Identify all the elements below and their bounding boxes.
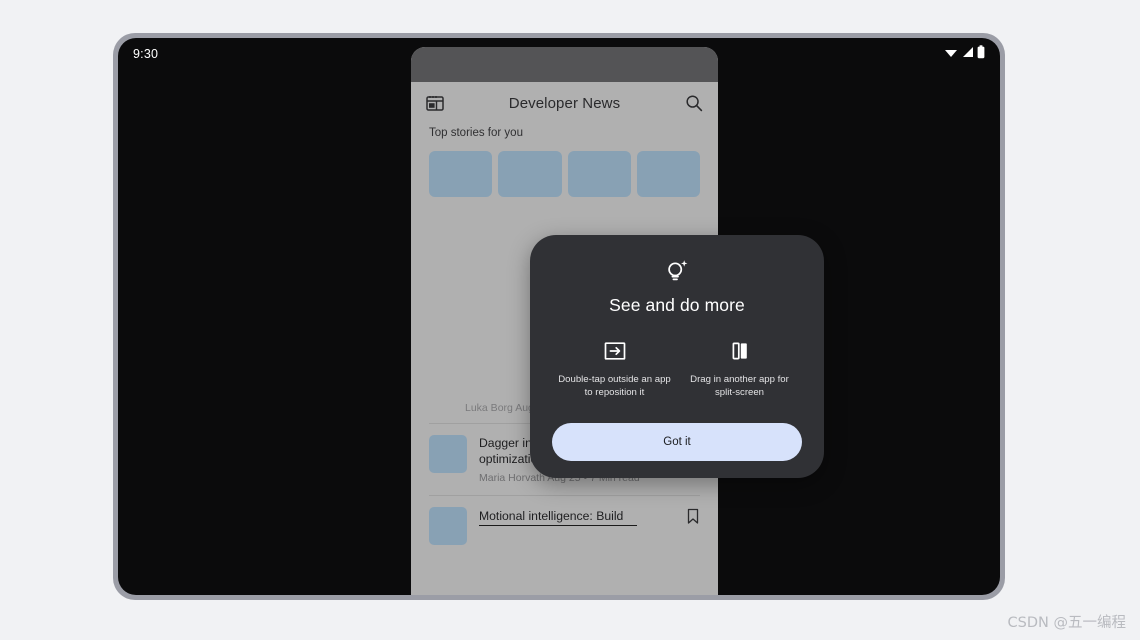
story-thumbnail-2[interactable] [498,151,562,197]
bookmark-icon[interactable] [686,508,700,525]
feature-split-screen: Drag in another app for split-screen [677,340,802,399]
article-thumbnail [429,435,467,473]
status-bar-icons [944,44,985,64]
got-it-button[interactable]: Got it [552,423,802,461]
dashboard-layout-icon[interactable] [425,93,445,113]
tablet-device-frame: 9:30 Developer News Top stories for you … [113,33,1005,600]
lightbulb-sparkle-icon [662,257,692,287]
story-thumbnail-3[interactable] [567,151,631,197]
signal-icon [961,45,974,63]
dialog-feature-list: Double-tap outside an app to reposition … [552,340,802,399]
article-body: Motional intelligence: Build [479,507,674,526]
onboarding-dialog: See and do more Double-tap outside an ap… [530,235,824,478]
search-icon[interactable] [684,93,704,113]
dialog-title: See and do more [609,295,745,315]
story-thumbnail-1[interactable] [429,151,493,197]
wifi-icon [944,45,958,64]
battery-icon [977,44,985,64]
split-screen-icon [730,340,750,362]
status-bar-clock: 9:30 [133,47,159,61]
story-thumbnail-4[interactable] [636,151,700,197]
story-thumbnail-row [411,139,718,197]
section-heading: Top stories for you [429,127,523,139]
feature-split-screen-label: Drag in another app for split-screen [690,374,789,398]
app-window-title: Developer News [508,94,621,112]
article-title: Motional intelligence: Build [479,508,638,526]
tablet-screen: 9:30 Developer News Top stories for you … [118,38,1000,595]
table-row[interactable]: Motional intelligence: Build [429,496,700,556]
article-thumbnail [429,507,467,545]
app-top-bar: Developer News [411,82,718,124]
feature-reposition-label: Double-tap outside an app to reposition … [558,374,671,398]
watermark-text: CSDN @五一编程 [1007,615,1126,631]
window-caption-handle[interactable] [411,47,718,82]
reposition-window-icon [604,340,626,362]
feature-reposition: Double-tap outside an app to reposition … [552,340,677,399]
